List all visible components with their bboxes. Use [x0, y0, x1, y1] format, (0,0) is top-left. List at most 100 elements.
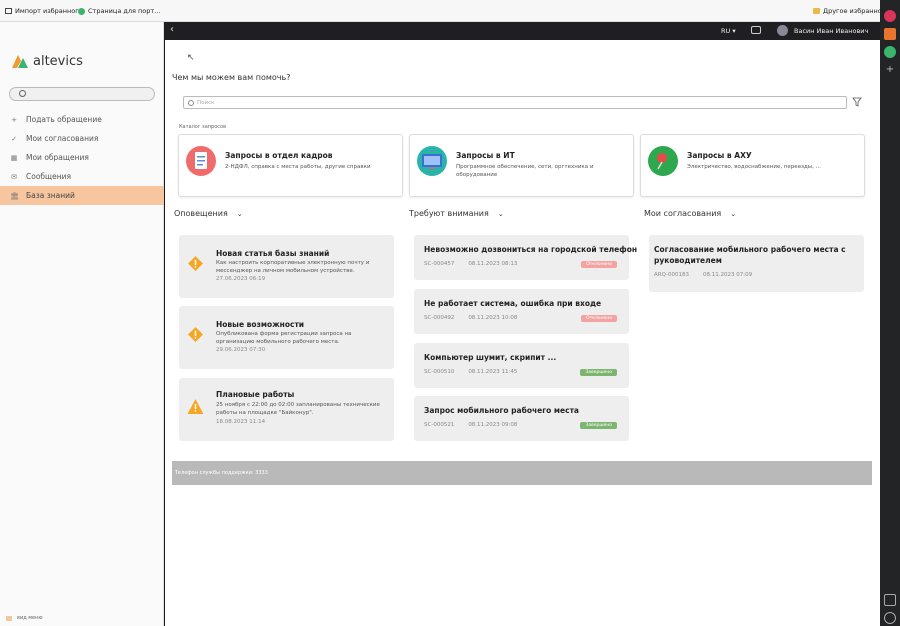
alert-date-value: 29.06.2023 07:30: [216, 347, 266, 353]
info-diamond-icon: [188, 256, 203, 271]
bookmark-other[interactable]: Другое избранное: [813, 7, 886, 15]
ticket-id: SC-000492: [424, 315, 455, 321]
page-title: Чем мы можем вам помочь?: [172, 73, 291, 82]
import-icon: [5, 8, 12, 14]
catalog-card-it[interactable]: Запросы в ИТ Программное обеспечение, се…: [409, 134, 634, 197]
sidebar-item-knowledge-base[interactable]: 🏛 База знаний: [0, 186, 164, 205]
external-link-icon[interactable]: [884, 594, 896, 606]
sidebar-nav: + Подать обращение ✓ Мои согласования ▦ …: [0, 110, 164, 205]
catalog-card-desc: Программное обеспечение, сети, оргтехник…: [456, 164, 594, 178]
sidebar-item-new-request[interactable]: + Подать обращение: [0, 110, 164, 129]
attention-card[interactable]: Компьютер шумит, скрипит ... SC-000510 08…: [414, 343, 629, 388]
attention-meta: SC-000510 08.11.2023 11:45: [424, 369, 517, 375]
attention-card[interactable]: Невозможно дозвониться на городской теле…: [414, 235, 638, 280]
alert-text: Опубликована форма регистрации запроса н…: [216, 331, 352, 345]
alert-title: Новая статья базы знаний: [216, 249, 330, 258]
bookmark-portal[interactable]: Страница для порт...: [78, 7, 160, 15]
catalog-card-title: Запросы в отдел кадров: [225, 151, 333, 160]
menu-view-icon: [6, 615, 12, 621]
support-footer: Телефон службы поддержки: 3333: [172, 461, 872, 485]
approval-date: 08.11.2023 07:09: [703, 272, 753, 278]
approval-card[interactable]: Согласование мобильного рабочего места с…: [649, 235, 864, 292]
chat-icon[interactable]: [751, 26, 761, 34]
approvals-header[interactable]: Мои согласования ⌄: [644, 209, 736, 218]
alert-card[interactable]: Новые возможности Опубликована форма рег…: [179, 306, 394, 369]
extension-icon[interactable]: [884, 10, 896, 22]
mouse-cursor-icon: ↖: [187, 53, 195, 63]
support-phone: Телефон службы поддержки: 3333: [175, 470, 268, 476]
attention-meta: SC-000457 08.11.2023 08:13: [424, 261, 517, 267]
attention-title: Компьютер шумит, скрипит ...: [424, 353, 557, 362]
ticket-id: SC-000521: [424, 422, 455, 428]
alert-text: Как настроить корпоративные электронную …: [216, 260, 370, 274]
ticket-date: 08.11.2023 10:08: [468, 315, 518, 321]
settings-gear-icon[interactable]: [884, 612, 896, 624]
search-icon: [188, 100, 194, 106]
add-icon[interactable]: +: [884, 64, 896, 76]
attention-card[interactable]: Запрос мобильного рабочего места SC-0005…: [414, 396, 629, 441]
menu-view-toggle[interactable]: вид меню: [6, 615, 43, 621]
status-badge: Завершено: [580, 369, 617, 376]
search-icon: [19, 90, 26, 97]
office-icon[interactable]: [884, 28, 896, 40]
language-select[interactable]: RU ▾: [721, 27, 736, 35]
avatar[interactable]: [777, 25, 788, 36]
attention-title: Не работает система, ошибка при входе: [424, 299, 602, 308]
approval-id: ARQ-000183: [654, 272, 690, 278]
catalog-card-facilities[interactable]: Запросы в АХУ Электричество, водоснабжен…: [640, 134, 865, 197]
chevron-down-icon: ⌄: [497, 209, 504, 218]
filter-icon[interactable]: [852, 97, 862, 107]
attention-title: Невозможно дозвониться на городской теле…: [424, 245, 638, 254]
clipboard-icon: [186, 146, 216, 176]
sidebar-item-label: Подать обращение: [26, 115, 102, 124]
alert-card[interactable]: Плановые работы 25 ноября с 22:00 до 02:…: [179, 378, 394, 441]
main-content: ↖ Чем мы можем вам помочь? Поиск Каталог…: [165, 40, 880, 626]
status-badge: Отклонено: [581, 261, 617, 268]
alerts-title: Оповещения: [174, 209, 228, 218]
sidebar: altevics + Подать обращение ✓ Мои соглас…: [0, 22, 164, 626]
approvals-title: Мои согласования: [644, 209, 722, 218]
bookmark-portal-label: Страница для порт...: [88, 7, 161, 15]
info-diamond-icon: [188, 327, 203, 342]
sidebar-item-messages[interactable]: ✉ Сообщения: [0, 167, 164, 186]
app-icon[interactable]: [884, 46, 896, 58]
user-name[interactable]: Васин Иван Иванович: [794, 27, 868, 35]
bookmark-other-label: Другое избранное: [823, 7, 886, 15]
altevics-logo[interactable]: altevics: [10, 52, 83, 70]
alert-date-value: 27.06.2023 06:19: [216, 276, 266, 282]
chevron-down-icon: ⌄: [236, 209, 243, 218]
bookmark-import[interactable]: Импорт избранного: [5, 7, 83, 15]
sidebar-item-label: База знаний: [26, 191, 75, 200]
catalog-card-desc: Электричество, водоснабжение, переезды, …: [687, 164, 821, 170]
folder-icon: [813, 8, 820, 14]
alert-date: 27.06.2023 06:19: [216, 276, 265, 282]
catalog-card-title: Запросы в ИТ: [456, 151, 515, 160]
approval-meta: ARQ-000183 08.11.2023 07:09: [654, 272, 752, 278]
grid-icon: ▦: [10, 153, 18, 162]
catalog-card-desc: 2-НДФЛ, справка с места работы, другие с…: [225, 164, 371, 170]
sidebar-search-input[interactable]: [9, 87, 155, 101]
sidebar-item-approvals[interactable]: ✓ Мои согласования: [0, 129, 164, 148]
attention-meta: SC-000492 08.11.2023 10:08: [424, 315, 517, 321]
ticket-date: 08.11.2023 11:45: [468, 369, 518, 375]
menu-view-label: вид меню: [17, 615, 43, 621]
warning-triangle-icon: [187, 399, 204, 414]
bank-icon: 🏛: [10, 191, 19, 200]
alerts-header[interactable]: Оповещения ⌄: [174, 209, 243, 218]
alert-text: 25 ноября с 22:00 до 02:00 запланированы…: [216, 402, 380, 416]
attention-header[interactable]: Требуют внимания ⌄: [409, 209, 504, 218]
attention-card[interactable]: Не работает система, ошибка при входе SC…: [414, 289, 629, 334]
ticket-id: SC-000510: [424, 369, 455, 375]
status-badge: Отклонено: [581, 315, 617, 322]
chevron-down-icon: ⌄: [730, 209, 737, 218]
bookmarks-bar: Импорт избранного Страница для порт... Д…: [0, 0, 886, 22]
approval-title: Согласование мобильного рабочего места с…: [654, 245, 846, 265]
collapse-sidebar-button[interactable]: ‹: [170, 24, 174, 35]
ticket-date: 08.11.2023 09:08: [468, 422, 518, 428]
plus-icon: +: [11, 115, 17, 124]
alert-card[interactable]: Новая статья базы знаний Как настроить к…: [179, 235, 394, 298]
catalog-card-hr[interactable]: Запросы в отдел кадров 2-НДФЛ, справка с…: [178, 134, 403, 197]
search-input[interactable]: Поиск: [183, 96, 847, 109]
sidebar-item-my-requests[interactable]: ▦ Мои обращения: [0, 148, 164, 167]
alert-date: 18.08.2023 11:14: [216, 419, 265, 425]
